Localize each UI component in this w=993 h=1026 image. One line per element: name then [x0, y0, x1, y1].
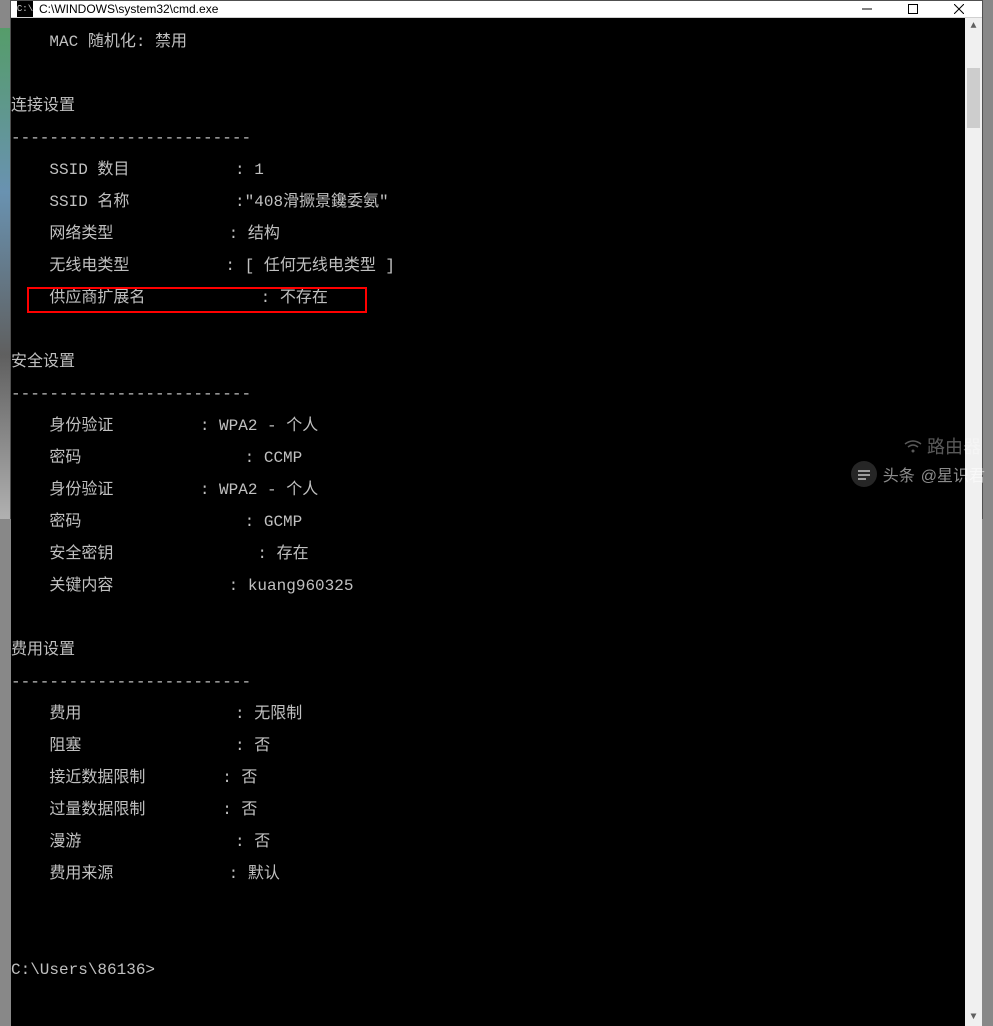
vertical-scrollbar[interactable]: ▲ ▼ — [965, 18, 982, 1026]
output-line: 费用 : 无限制 — [11, 706, 965, 722]
output-line: 关键内容 : kuang960325 — [11, 578, 965, 594]
section-header: 连接设置 — [11, 98, 965, 114]
output-line: 漫游 : 否 — [11, 834, 965, 850]
output-line — [11, 66, 965, 82]
terminal-wrap: MAC 随机化: 禁用 连接设置 -----------------------… — [11, 18, 982, 1026]
terminal[interactable]: MAC 随机化: 禁用 连接设置 -----------------------… — [11, 18, 965, 1026]
minimize-button[interactable] — [844, 1, 890, 17]
titlebar[interactable]: C:\ C:\WINDOWS\system32\cmd.exe — [11, 1, 982, 18]
partial-window-left — [0, 28, 10, 519]
maximize-button[interactable] — [890, 1, 936, 17]
window-title: C:\WINDOWS\system32\cmd.exe — [39, 2, 844, 16]
output-line: 密码 : GCMP — [11, 514, 965, 530]
output-line: 费用来源 : 默认 — [11, 866, 965, 882]
output-line — [11, 930, 965, 946]
output-line: 接近数据限制 : 否 — [11, 770, 965, 786]
output-line: 过量数据限制 : 否 — [11, 802, 965, 818]
output-line: 密码 : CCMP — [11, 450, 965, 466]
scroll-thumb[interactable] — [967, 68, 980, 128]
close-button[interactable] — [936, 1, 982, 17]
scroll-up-arrow[interactable]: ▲ — [965, 18, 982, 35]
scroll-down-arrow[interactable]: ▼ — [965, 1009, 982, 1026]
divider-line: ------------------------- — [11, 674, 965, 690]
output-line: 安全密钥 : 存在 — [11, 546, 965, 562]
output-line: SSID 数目 : 1 — [11, 162, 965, 178]
divider-line: ------------------------- — [11, 386, 965, 402]
output-line: 无线电类型 : [ 任何无线电类型 ] — [11, 258, 965, 274]
output-line: MAC 随机化: 禁用 — [11, 34, 965, 50]
output-line: SSID 名称 :"408滑撅景鑱委氨" — [11, 194, 965, 210]
output-line: 阻塞 : 否 — [11, 738, 965, 754]
output-line: 供应商扩展名 : 不存在 — [11, 290, 965, 306]
output-line: 网络类型 : 结构 — [11, 226, 965, 242]
cmd-icon: C:\ — [17, 1, 33, 17]
section-header: 安全设置 — [11, 354, 965, 370]
output-line: 身份验证 : WPA2 - 个人 — [11, 418, 965, 434]
prompt-line[interactable]: C:\Users\86136> — [11, 962, 965, 978]
output-line — [11, 610, 965, 626]
output-line — [11, 898, 965, 914]
window-controls — [844, 1, 982, 17]
output-line: 身份验证 : WPA2 - 个人 — [11, 482, 965, 498]
divider-line: ------------------------- — [11, 130, 965, 146]
output-line — [11, 322, 965, 338]
section-header: 费用设置 — [11, 642, 965, 658]
cmd-window: C:\ C:\WINDOWS\system32\cmd.exe MAC 随机化:… — [10, 0, 983, 519]
